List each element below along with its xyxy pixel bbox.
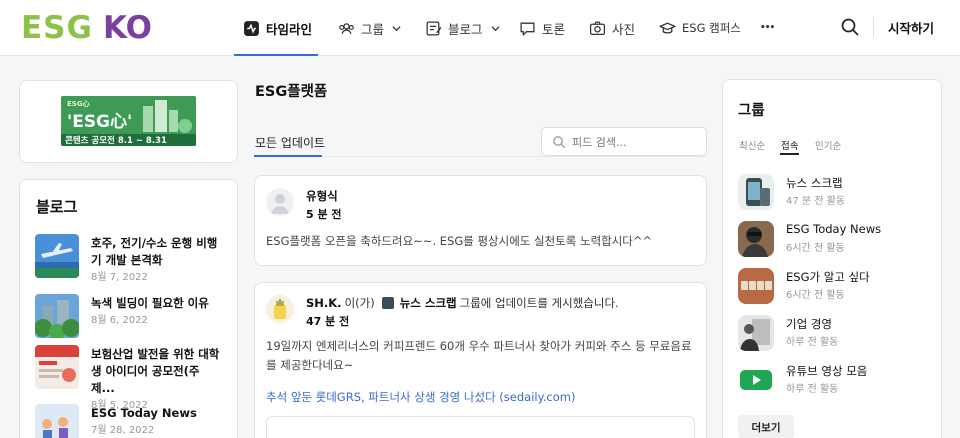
nav-groups[interactable]: 그룹 (338, 0, 401, 56)
group-item[interactable]: 기업 경영 하루 전 활동 (738, 315, 928, 355)
avatar[interactable] (266, 295, 294, 323)
group-item[interactable]: 유튜브 영상 모음 하루 전 활동 (738, 362, 928, 402)
post-link[interactable]: 추석 앞둔 롯데GRS, 파트너사 상생 경영 나섰다 (sedaily.com… (266, 389, 575, 405)
sort-tab-popular[interactable]: 인기순 (815, 138, 841, 152)
blog-item-title: 보험산업 발전을 위한 대학생 아이디어 공모전(주제... (91, 347, 220, 395)
nav-blog[interactable]: 블로그 (425, 0, 500, 56)
nav-groups-label: 그룹 (361, 21, 385, 37)
sort-active-indicator (780, 153, 799, 155)
blog-item[interactable]: ESG Today News 7월 28, 2022 (35, 404, 225, 438)
post-author[interactable]: 유형식 (306, 188, 338, 204)
banner-headline: 'ESG心' (67, 112, 132, 132)
search-icon (553, 136, 566, 149)
group-item[interactable]: 뉴스 스크랩 47 분 전 활동 (738, 174, 928, 214)
more-dots-icon: ••• (760, 23, 775, 33)
feed-search-input[interactable] (572, 133, 702, 151)
blog-thumbnail (35, 234, 79, 278)
group-thumbnail (738, 362, 774, 398)
blog-item[interactable]: 보험산업 발전을 위한 대학생 아이디어 공모전(주제... 8월 5, 202… (35, 345, 225, 411)
page-title: ESG플랫폼 (255, 84, 328, 100)
timeline-icon (244, 20, 259, 36)
post-author[interactable]: SH.K. (306, 296, 342, 310)
group-item[interactable]: ESG Today News 6시간 전 활동 (738, 221, 928, 261)
link-preview-card[interactable] (266, 416, 695, 438)
group-name: ESG가 알고 싶다 (786, 270, 870, 284)
post-activity-line: SH.K. 이(가) 뉴스 스크랩 그룹에 업데이트를 게시했습니다. (306, 295, 619, 311)
blog-item-title: ESG Today News (91, 406, 197, 420)
blog-item[interactable]: 호주, 전기/수소 운행 비행기 개발 본격화 8월 7, 2022 (35, 234, 225, 286)
nav-photos-label: 사진 (612, 21, 636, 37)
group-thumbnail (738, 268, 774, 304)
blog-icon (426, 20, 442, 36)
group-name: 뉴스 스크랩 (786, 176, 843, 190)
nav-photos[interactable]: 사진 (589, 0, 635, 56)
group-avatar-icon (381, 297, 394, 309)
blog-thumbnail (35, 294, 79, 338)
nav-discussion[interactable]: 토론 (519, 0, 565, 56)
chevron-down-icon (490, 25, 500, 31)
blog-item-title: 녹색 빌딩이 필요한 이유 (91, 296, 209, 310)
nav-more-button[interactable]: ••• (760, 0, 775, 56)
post-time: 47 분 전 (306, 315, 350, 328)
avatar[interactable] (266, 188, 294, 216)
post-group-link[interactable]: 뉴스 스크랩 (400, 295, 457, 311)
tab-all-updates[interactable]: 모든 업데이트 (255, 134, 325, 151)
blog-section-title: 블로그 (36, 198, 78, 216)
svg-text:ESG: ESG (21, 10, 93, 42)
blog-item-date: 8월 7, 2022 (91, 272, 148, 283)
nav-timeline[interactable]: 타임라인 (243, 0, 312, 56)
group-activity: 하루 전 활동 (786, 337, 839, 348)
esg-contest-banner[interactable]: ESG心 'ESG心' 콘텐츠 공모전 8.1 ~ 8.31 (61, 96, 196, 146)
more-groups-button[interactable]: 더보기 (738, 415, 794, 438)
post-body: 19일까지 엔제리너스의 커피프렌드 60개 우수 파트너사 찾아가 커피와 주… (266, 339, 692, 372)
post-author-suffix: 이(가) (344, 296, 375, 310)
groups-title: 그룹 (738, 103, 765, 119)
group-icon (339, 22, 354, 34)
blog-thumbnail (35, 345, 79, 389)
group-thumbnail (738, 315, 774, 351)
nav-timeline-label: 타임라인 (266, 21, 313, 37)
group-name: 유튜브 영상 모음 (786, 364, 868, 378)
sort-tab-newest[interactable]: 최신순 (739, 138, 765, 152)
top-header: ESG KO 타임라인 그룹 블로그 토론 사진 ESG 캠퍼스 ••• 시작하… (0, 0, 960, 56)
blog-item[interactable]: 녹색 빌딩이 필요한 이유 8월 6, 2022 (35, 294, 225, 346)
group-name: ESG Today News (786, 222, 882, 236)
post-action-text: 그룹에 업데이트를 게시했습니다. (459, 296, 619, 310)
group-activity: 6시간 전 활동 (786, 243, 845, 254)
campus-icon (659, 22, 676, 34)
tab-active-indicator (254, 155, 322, 157)
banner-image: ESG心 'ESG心' 콘텐츠 공모전 8.1 ~ 8.31 (61, 96, 196, 146)
nav-active-indicator (234, 54, 318, 56)
nav-esg-campus-label: ESG 캠퍼스 (682, 21, 741, 35)
post-body: ESG플랫폼 오픈을 축하드려요~~. ESG를 평상시에도 실천토록 노력합시… (266, 234, 653, 248)
blog-thumbnail (35, 404, 79, 438)
discussion-icon (520, 22, 535, 36)
group-activity: 47 분 전 활동 (786, 196, 846, 207)
nav-discussion-label: 토론 (542, 21, 566, 37)
header-divider (873, 17, 874, 37)
blog-item-title: 호주, 전기/수소 운행 비행기 개발 본격화 (91, 236, 218, 267)
group-activity: 하루 전 활동 (786, 384, 839, 395)
start-button[interactable]: 시작하기 (888, 18, 934, 37)
nav-esg-campus[interactable]: ESG 캠퍼스 (659, 0, 741, 56)
group-thumbnail (738, 174, 774, 210)
group-thumbnail (738, 221, 774, 257)
blog-item-date: 7월 28, 2022 (91, 425, 155, 436)
banner-logo-text: ESG心 (67, 99, 90, 108)
blog-item-date: 8월 6, 2022 (91, 315, 148, 326)
sort-tab-active[interactable]: 접속 (781, 138, 798, 152)
group-item[interactable]: ESG가 알고 싶다 6시간 전 활동 (738, 268, 928, 308)
chevron-down-icon (392, 25, 401, 31)
feed-search-box[interactable] (541, 127, 707, 156)
nav-blog-label: 블로그 (448, 21, 483, 37)
camera-icon (589, 20, 606, 35)
post-time: 5 분 전 (306, 208, 342, 221)
search-icon[interactable] (840, 17, 860, 37)
banner-subline: 콘텐츠 공모전 8.1 ~ 8.31 (65, 135, 167, 146)
svg-text:KO: KO (103, 10, 152, 42)
esgko-logo[interactable]: ESG KO (21, 10, 161, 42)
group-activity: 6시간 전 활동 (786, 290, 845, 301)
group-name: 기업 경영 (786, 317, 832, 331)
